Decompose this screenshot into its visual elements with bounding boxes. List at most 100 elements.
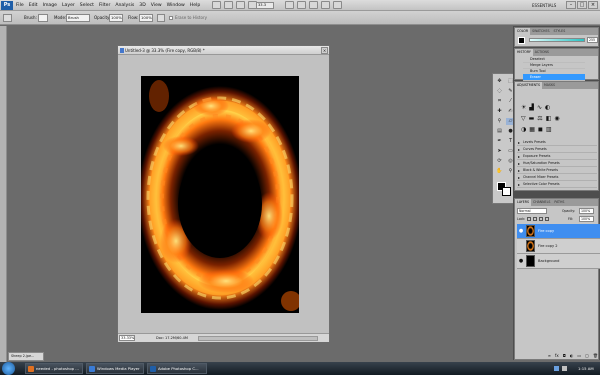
rotate-view-icon[interactable] bbox=[309, 1, 318, 9]
menu-file[interactable]: File bbox=[16, 0, 24, 11]
horizontal-scrollbar[interactable] bbox=[198, 336, 318, 341]
menu-view[interactable]: View bbox=[151, 0, 162, 11]
lock-position-icon[interactable] bbox=[539, 217, 543, 221]
minimize-button[interactable]: – bbox=[566, 1, 576, 9]
eye-hidden-icon[interactable] bbox=[518, 243, 524, 249]
move-tool-icon[interactable]: ✥ bbox=[495, 78, 504, 85]
color-slider[interactable] bbox=[529, 38, 585, 42]
start-button[interactable] bbox=[2, 362, 15, 375]
menu-window[interactable]: Window bbox=[167, 0, 185, 11]
tab-actions[interactable]: ACTIONS bbox=[533, 49, 551, 56]
menu-filter[interactable]: Filter bbox=[99, 0, 110, 11]
crop-tool-icon[interactable]: ⌗ bbox=[495, 98, 504, 105]
canvas-area[interactable] bbox=[118, 55, 329, 334]
path-select-tool-icon[interactable]: ➤ bbox=[495, 148, 504, 155]
launch-mini-bridge-icon[interactable] bbox=[224, 1, 233, 9]
maximize-button[interactable]: □ bbox=[577, 1, 587, 9]
tab-channels[interactable]: CHANNELS bbox=[531, 199, 552, 206]
history-item-eraser[interactable]: Eraser bbox=[523, 74, 585, 81]
tab-adjustments[interactable]: ADJUSTMENTS bbox=[515, 82, 542, 89]
layer-row-fire-copy[interactable]: ● Fire copy bbox=[517, 224, 600, 239]
zoom-tool-icon[interactable] bbox=[297, 1, 306, 9]
exposure-presets[interactable]: Exposure Presets bbox=[517, 153, 597, 160]
document-title-bar[interactable]: Untitled-3 @ 33.3% (Fire copy, RGB/8) * bbox=[118, 46, 329, 55]
fill-input[interactable]: 100% bbox=[579, 216, 594, 222]
background-color-swatch[interactable] bbox=[502, 187, 511, 196]
lasso-tool-icon[interactable]: ◌ bbox=[495, 88, 504, 95]
minimized-document[interactable]: Sheep 2.jpe... bbox=[8, 352, 44, 361]
new-adjustment-icon[interactable]: ◐ bbox=[570, 353, 574, 359]
hand-tool-icon[interactable] bbox=[285, 1, 294, 9]
3d-rotate-tool-icon[interactable]: ⟳ bbox=[495, 158, 504, 165]
network-icon[interactable] bbox=[554, 366, 559, 371]
tab-styles[interactable]: STYLES bbox=[551, 28, 567, 35]
add-mask-icon[interactable]: ◘ bbox=[563, 353, 566, 359]
trash-icon[interactable]: 🗑 bbox=[593, 353, 598, 359]
photo-filter-icon[interactable]: ◉ bbox=[554, 115, 559, 124]
screen-mode-icon[interactable] bbox=[333, 1, 342, 9]
tab-swatches[interactable]: SWATCHES bbox=[530, 28, 551, 35]
healing-brush-tool-icon[interactable]: ✚ bbox=[495, 108, 504, 115]
hand-tool-panel-icon[interactable]: ✋ bbox=[495, 168, 504, 175]
lock-pixels-icon[interactable] bbox=[533, 217, 537, 221]
link-layers-icon[interactable]: ∞ bbox=[548, 353, 551, 359]
close-button[interactable]: × bbox=[588, 1, 598, 9]
hue-saturation-presets[interactable]: Hue/Saturation Presets bbox=[517, 160, 597, 167]
posterize-icon[interactable]: ▦ bbox=[529, 126, 535, 135]
view-extras-icon[interactable] bbox=[236, 1, 245, 9]
zoom-field[interactable]: 33.33% bbox=[119, 335, 135, 341]
taskbar-item-browser[interactable]: needed - photoshop ... bbox=[25, 363, 83, 374]
menu-help[interactable]: Help bbox=[190, 0, 200, 11]
opacity-input[interactable]: 100% bbox=[109, 14, 123, 22]
document-close-button[interactable]: × bbox=[321, 47, 328, 54]
selective-color-presets[interactable]: Selective Color Presets bbox=[517, 181, 597, 188]
lock-transparency-icon[interactable] bbox=[527, 217, 531, 221]
layer-opacity-input[interactable]: 100% bbox=[579, 208, 594, 214]
taskbar-item-photoshop[interactable]: Adobe Photoshop C... bbox=[147, 363, 207, 374]
lock-all-icon[interactable] bbox=[545, 217, 549, 221]
curves-presets[interactable]: Curves Presets bbox=[517, 146, 597, 153]
channel-mixer-presets[interactable]: Channel Mixer Presets bbox=[517, 174, 597, 181]
menu-image[interactable]: Image bbox=[43, 0, 57, 11]
document-window[interactable]: Untitled-3 @ 33.3% (Fire copy, RGB/8) * … bbox=[117, 45, 330, 342]
menu-3d[interactable]: 3D bbox=[139, 0, 145, 11]
gradient-map-icon[interactable]: ▥ bbox=[546, 126, 552, 135]
eye-icon[interactable]: ● bbox=[518, 258, 524, 264]
gradient-tool-icon[interactable]: ▤ bbox=[495, 128, 504, 135]
color-fg-swatch[interactable] bbox=[518, 37, 525, 44]
curves-icon[interactable]: ∿ bbox=[537, 104, 542, 113]
image-canvas[interactable] bbox=[141, 76, 299, 313]
levels-icon[interactable]: ▟ bbox=[529, 104, 534, 113]
airbrush-icon[interactable] bbox=[157, 14, 165, 22]
volume-icon[interactable] bbox=[562, 366, 567, 371]
eye-icon[interactable]: ● bbox=[518, 228, 524, 234]
layer-row-fire-copy-2[interactable]: Fire copy 2 bbox=[517, 239, 600, 254]
clock[interactable]: 1:15 AM bbox=[578, 362, 594, 375]
color-value-input[interactable]: 255 bbox=[587, 37, 598, 43]
hue-saturation-icon[interactable]: ▬ bbox=[529, 115, 535, 124]
clone-stamp-tool-icon[interactable]: ⚲ bbox=[495, 118, 504, 125]
new-group-icon[interactable]: ▭ bbox=[577, 353, 581, 359]
color-balance-icon[interactable]: ⚖ bbox=[537, 115, 542, 124]
mode-select[interactable]: Brush bbox=[66, 14, 90, 22]
tab-masks[interactable]: MASKS bbox=[542, 82, 557, 89]
threshold-icon[interactable]: ◼ bbox=[538, 126, 543, 135]
tool-preset-picker[interactable] bbox=[3, 14, 12, 22]
flow-input[interactable]: 100% bbox=[139, 14, 153, 22]
arrange-documents-icon[interactable] bbox=[321, 1, 330, 9]
menu-layer[interactable]: Layer bbox=[62, 0, 75, 11]
layer-style-icon[interactable]: fx bbox=[555, 353, 559, 359]
menu-edit[interactable]: Edit bbox=[29, 0, 38, 11]
zoom-dropdown[interactable]: 33.3 bbox=[256, 2, 274, 9]
levels-presets[interactable]: Levels Presets bbox=[517, 139, 597, 146]
erase-history-checkbox[interactable] bbox=[169, 16, 173, 20]
workspace-switcher[interactable]: ESSENTIALS bbox=[532, 2, 556, 9]
new-layer-icon[interactable]: ▢ bbox=[585, 353, 589, 359]
document-size[interactable]: Doc: 17.2M/60.4M bbox=[156, 336, 188, 341]
launch-bridge-icon[interactable] bbox=[212, 1, 221, 9]
menu-analysis[interactable]: Analysis bbox=[115, 0, 134, 11]
tab-layers[interactable]: LAYERS bbox=[515, 199, 531, 206]
tab-color[interactable]: COLOR bbox=[515, 28, 531, 35]
black-white-presets[interactable]: Black & White Presets bbox=[517, 167, 597, 174]
menu-select[interactable]: Select bbox=[80, 0, 94, 11]
